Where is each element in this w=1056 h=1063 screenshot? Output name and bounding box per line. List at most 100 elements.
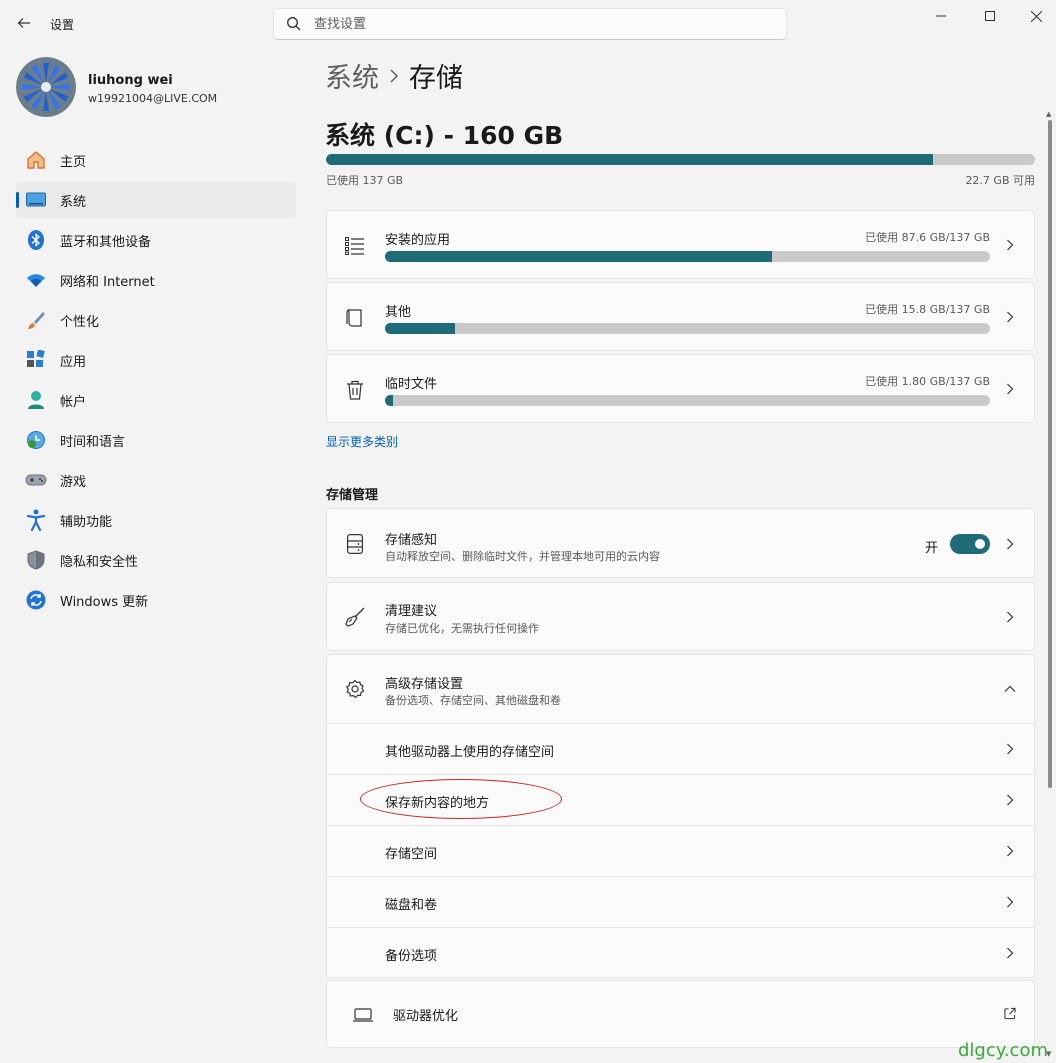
arrow-left-icon (17, 18, 30, 28)
category-usage-bar (385, 251, 990, 262)
search-box[interactable] (273, 8, 787, 40)
laptop-icon (352, 1004, 374, 1026)
sidebar-item-label: 网络和 Internet (60, 274, 155, 290)
category-usage-bar (385, 395, 990, 406)
chevron-right-icon (1004, 794, 1016, 806)
maximize-button[interactable] (967, 0, 1013, 32)
sidebar-item-label: 蓝牙和其他设备 (60, 234, 152, 250)
gear-icon (344, 678, 366, 700)
advanced-item-label: 其他驱动器上使用的存储空间 (385, 745, 555, 760)
advanced-item-backup-options[interactable]: 备份选项 (327, 927, 1034, 978)
category-usage-fill (385, 395, 393, 406)
update-icon (25, 589, 47, 611)
sidebar-item-accounts[interactable]: 帐户 (16, 382, 296, 418)
wifi-icon (25, 269, 47, 291)
storage-sense-toggle[interactable] (950, 534, 990, 554)
drive-usage-fill (326, 154, 933, 165)
advanced-item-disks-volumes[interactable]: 磁盘和卷 (327, 876, 1034, 927)
drive-used-label: 已使用 137 GB (326, 174, 404, 187)
category-card-temp-files[interactable]: 临时文件 已使用 1.80 GB/137 GB (326, 354, 1035, 423)
scroll-up-arrow[interactable]: ▲ (1046, 110, 1051, 118)
minimize-button[interactable] (918, 0, 964, 32)
title-bar: 设置 (0, 0, 1056, 46)
avatar[interactable] (16, 57, 76, 117)
scrollbar-thumb[interactable] (1048, 120, 1052, 788)
drive-title: 系统 (C:) - 160 GB (325, 121, 564, 150)
account-icon (25, 389, 47, 411)
drive-usage-bar (326, 154, 1035, 165)
sidebar-item-gaming[interactable]: 游戏 (16, 462, 296, 498)
advanced-item-label: 备份选项 (385, 949, 438, 964)
sidebar-item-label: 游戏 (60, 474, 87, 490)
section-title-storage-management: 存储管理 (326, 488, 379, 503)
chevron-right-icon (379, 68, 409, 83)
chevron-right-icon (1004, 896, 1016, 908)
minimize-icon (936, 15, 946, 17)
toggle-knob (975, 539, 985, 549)
category-usage-fill (385, 323, 455, 334)
broom-icon (344, 606, 366, 628)
chevron-right-icon (1004, 538, 1016, 550)
storage-sense-card[interactable]: 存储感知 自动释放空间、删除临时文件，并管理本地可用的云内容 开 (326, 508, 1035, 578)
profile-email: w19921004@LIVE.COM (88, 92, 218, 105)
trash-icon (344, 379, 366, 401)
advanced-storage-title: 高级存储设置 (385, 677, 464, 692)
sidebar-item-personalization[interactable]: 个性化 (16, 302, 296, 338)
show-more-categories-link[interactable]: 显示更多类别 (326, 433, 398, 450)
advanced-item-label: 磁盘和卷 (385, 898, 438, 913)
category-usage-fill (385, 251, 772, 262)
bluetooth-icon (25, 229, 47, 251)
sidebar-item-apps[interactable]: 应用 (16, 342, 296, 378)
close-icon (1030, 10, 1042, 22)
breadcrumb-parent[interactable]: 系统 (325, 56, 379, 95)
category-name: 安装的应用 (385, 233, 451, 248)
cleanup-recommendations-card[interactable]: 清理建议 存储已优化，无需执行任何操作 (326, 582, 1035, 651)
search-input[interactable] (314, 16, 754, 32)
sidebar-item-windows-update[interactable]: Windows 更新 (16, 582, 296, 618)
storage-drive-icon (344, 533, 366, 555)
sidebar-item-bluetooth[interactable]: 蓝牙和其他设备 (16, 222, 296, 258)
close-button[interactable] (1013, 0, 1056, 32)
category-card-installed-apps[interactable]: 安装的应用 已使用 87.6 GB/137 GB (326, 210, 1035, 279)
category-card-other[interactable]: 其他 已使用 15.8 GB/137 GB (326, 282, 1035, 351)
chevron-right-icon (1004, 311, 1016, 323)
gamepad-icon (25, 469, 47, 491)
toggle-state-label: 开 (924, 541, 938, 556)
back-button[interactable] (10, 9, 38, 37)
home-icon (25, 149, 47, 171)
search-icon (287, 17, 301, 31)
advanced-storage-subtitle: 备份选项、存储空间、其他磁盘和卷 (385, 694, 561, 707)
sidebar-item-home[interactable]: 主页 (16, 142, 296, 178)
shield-icon (25, 549, 47, 571)
chevron-right-icon (1004, 743, 1016, 755)
sidebar-item-label: Windows 更新 (60, 594, 149, 610)
document-icon (344, 307, 366, 329)
sidebar-item-privacy[interactable]: 隐私和安全性 (16, 542, 296, 578)
category-name: 其他 (385, 305, 412, 320)
sidebar-item-accessibility[interactable]: 辅助功能 (16, 502, 296, 538)
chevron-right-icon (1004, 239, 1016, 251)
watermark: dlgcy.com (958, 1040, 1048, 1061)
maximize-icon (985, 11, 995, 21)
sidebar-item-label: 应用 (60, 354, 87, 370)
drive-optimization-card[interactable]: 驱动器优化 (326, 980, 1035, 1048)
cleanup-subtitle: 存储已优化，无需执行任何操作 (385, 622, 539, 635)
advanced-storage-header[interactable]: 高级存储设置 备份选项、存储空间、其他磁盘和卷 (327, 655, 1034, 723)
brush-icon (25, 309, 47, 331)
sidebar-item-label: 个性化 (60, 314, 100, 330)
list-icon (344, 235, 366, 257)
advanced-item-other-drives[interactable]: 其他驱动器上使用的存储空间 (327, 723, 1034, 774)
sidebar-item-network[interactable]: 网络和 Internet (16, 262, 296, 298)
sidebar-item-label: 帐户 (60, 394, 87, 410)
cleanup-title: 清理建议 (385, 604, 438, 619)
category-used: 已使用 87.6 GB/137 GB (865, 231, 990, 244)
chevron-right-icon (1004, 383, 1016, 395)
sidebar-item-system[interactable]: 系统 (16, 182, 296, 218)
drive-free-label: 22.7 GB 可用 (965, 174, 1035, 187)
advanced-item-storage-spaces[interactable]: 存储空间 (327, 825, 1034, 876)
accessibility-icon (25, 509, 47, 531)
external-link-icon (1004, 1007, 1016, 1019)
category-usage-bar (385, 323, 990, 334)
sidebar-item-time-language[interactable]: 时间和语言 (16, 422, 296, 458)
chevron-up-icon (1004, 683, 1016, 695)
